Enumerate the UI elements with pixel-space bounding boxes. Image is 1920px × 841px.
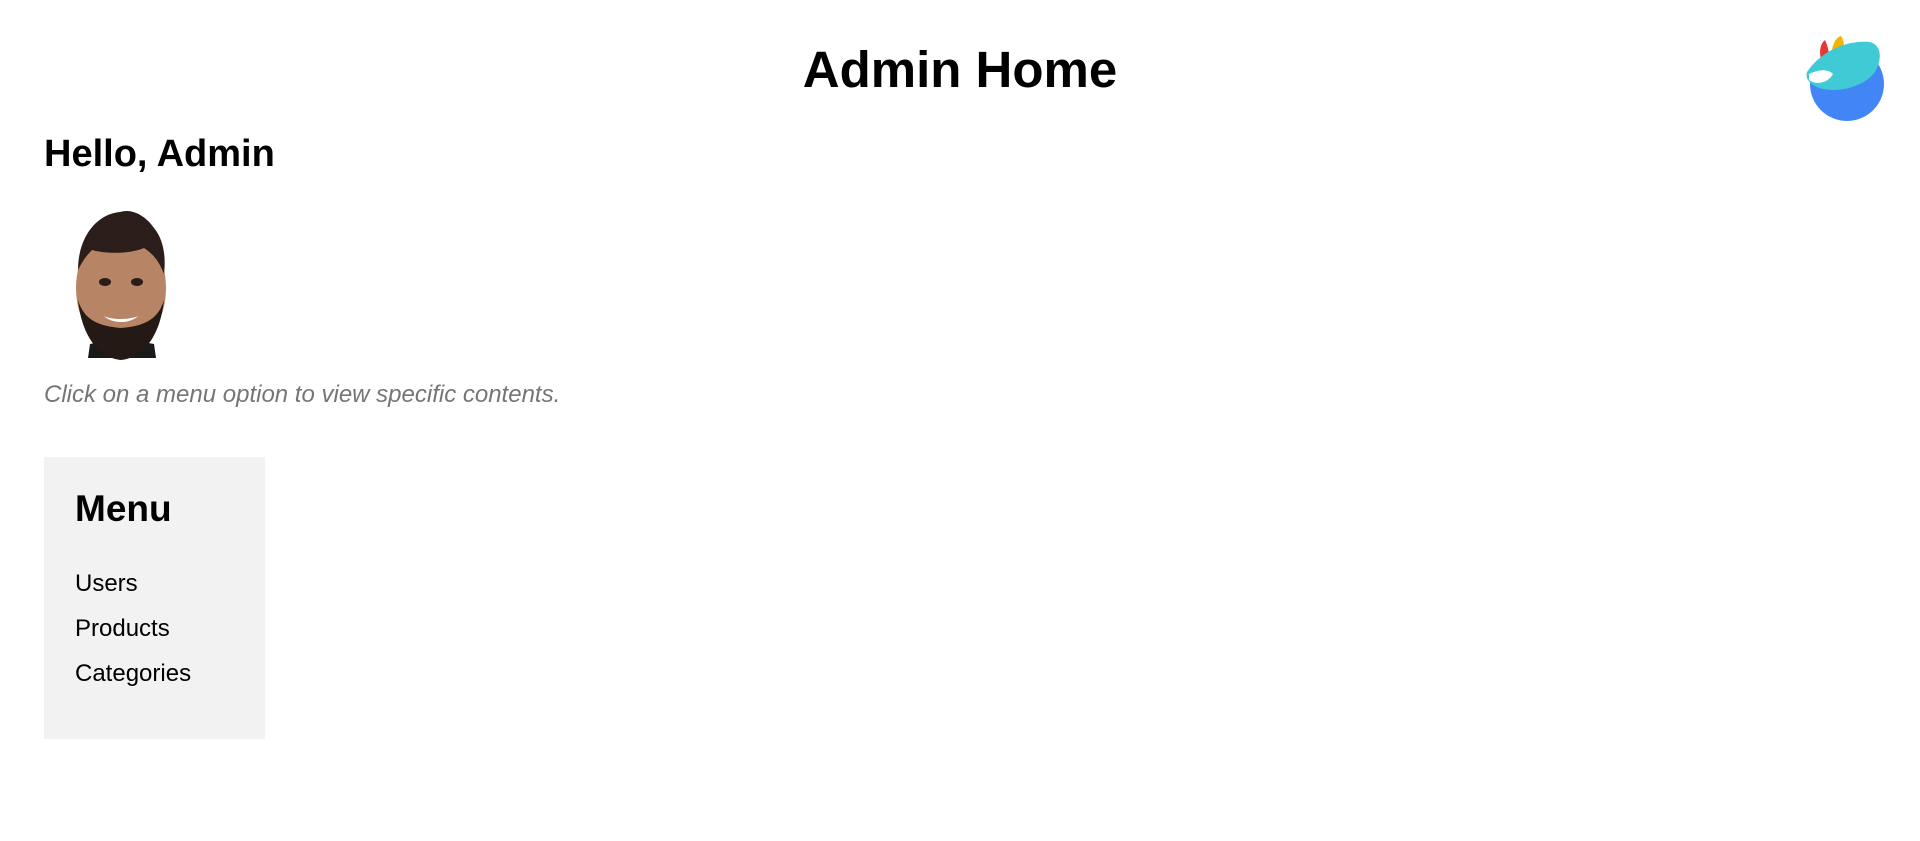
menu-panel: Menu Users Products Categories: [44, 457, 265, 739]
menu-hint-text: Click on a menu option to view specific …: [44, 381, 561, 408]
page-title: Admin Home: [802, 41, 1118, 98]
peacock-feather-logo-icon: [1806, 36, 1884, 121]
greeting-heading: Hello, Admin: [44, 133, 275, 175]
menu-item-categories[interactable]: Categories: [75, 651, 191, 696]
menu-heading: Menu: [75, 488, 172, 529]
admin-home-page: Admin Home Hello, Admin Click on a menu …: [0, 0, 1920, 841]
admin-avatar-photo: [76, 210, 166, 360]
menu-item-users[interactable]: Users: [75, 561, 191, 606]
menu-list: Users Products Categories: [75, 561, 191, 696]
menu-item-products[interactable]: Products: [75, 606, 191, 651]
